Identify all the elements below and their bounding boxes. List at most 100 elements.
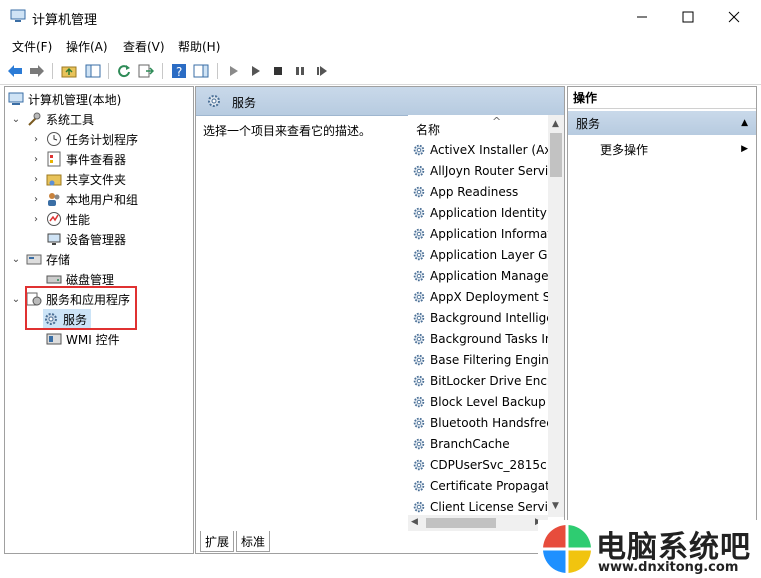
tree-item-device-manager[interactable]: 设备管理器 bbox=[46, 229, 126, 249]
tree-item-task-scheduler[interactable]: › 任务计划程序 bbox=[30, 129, 138, 149]
gear-icon bbox=[413, 249, 425, 260]
more-actions-item[interactable]: 更多操作 ▶ bbox=[568, 139, 756, 159]
shared-folder-icon bbox=[46, 174, 62, 186]
export-list-button[interactable] bbox=[137, 62, 155, 80]
table-row[interactable]: Background Intelligent Transfer bbox=[412, 307, 548, 328]
services-pane: 服务 选择一个项目来查看它的描述。 名称 ^ ActiveX Installer… bbox=[195, 86, 565, 554]
back-button[interactable] bbox=[6, 62, 24, 80]
collapse-icon[interactable]: ⌄ bbox=[10, 294, 22, 305]
maximize-button[interactable] bbox=[665, 0, 711, 34]
menu-action[interactable]: 操作(A) bbox=[66, 38, 108, 55]
table-row[interactable]: ActiveX Installer (AxInstSV) bbox=[412, 139, 548, 160]
actions-section-services[interactable]: 服务 ▲ bbox=[568, 111, 756, 135]
tab-standard[interactable]: 标准 bbox=[236, 531, 271, 552]
horizontal-scrollbar[interactable]: ◀ ▶ bbox=[408, 515, 548, 531]
scroll-left-icon[interactable]: ◀ bbox=[411, 517, 418, 527]
tree-item-shared-folders[interactable]: › 共享文件夹 bbox=[30, 169, 126, 189]
scrollbar-thumb[interactable] bbox=[550, 133, 562, 177]
scroll-down-icon[interactable]: ▼ bbox=[552, 501, 559, 511]
tools-icon bbox=[28, 112, 41, 126]
maximize-icon bbox=[682, 11, 694, 23]
tree-label-event-viewer: 事件查看器 bbox=[66, 152, 127, 167]
forward-button[interactable] bbox=[28, 62, 46, 80]
tree-item-performance[interactable]: › 性能 bbox=[30, 209, 90, 229]
tree-item-root[interactable]: 计算机管理(本地) bbox=[8, 89, 121, 109]
table-row[interactable]: CDPUserSvc_2815c bbox=[412, 454, 548, 475]
table-row[interactable]: Bluetooth Handsfree Service bbox=[412, 412, 548, 433]
tree-label-performance: 性能 bbox=[66, 212, 91, 227]
window-title: 计算机管理 bbox=[32, 13, 98, 28]
table-row[interactable]: Application Identity bbox=[412, 202, 548, 223]
column-header-name[interactable]: 名称 ^ bbox=[408, 115, 548, 139]
help-button[interactable]: ? bbox=[170, 62, 188, 80]
start-service-button[interactable] bbox=[225, 62, 243, 80]
tab-extended[interactable]: 扩展 bbox=[200, 531, 235, 552]
show-hide-tree-button[interactable] bbox=[84, 62, 102, 80]
expand-icon[interactable]: › bbox=[30, 194, 42, 205]
gear-icon bbox=[413, 333, 425, 344]
menu-file[interactable]: 文件(F) bbox=[12, 38, 52, 55]
service-name: Certificate Propagation bbox=[430, 478, 548, 493]
stop-icon bbox=[274, 67, 282, 75]
table-row[interactable]: Certificate Propagation bbox=[412, 475, 548, 496]
table-row[interactable]: Application Management bbox=[412, 265, 548, 286]
actions-title: 操作 bbox=[568, 87, 756, 109]
tree-item-storage[interactable]: ⌄ 存储 bbox=[10, 249, 70, 269]
tree-item-system-tools[interactable]: ⌄ 系统工具 bbox=[10, 109, 94, 129]
service-name: Client License Service bbox=[430, 499, 548, 514]
expand-icon[interactable]: › bbox=[30, 174, 42, 185]
svg-text:?: ? bbox=[176, 65, 182, 79]
up-folder-button[interactable] bbox=[60, 62, 78, 80]
scroll-up-icon[interactable]: ▲ bbox=[552, 119, 559, 129]
play-icon bbox=[230, 66, 238, 76]
service-name: Block Level Backup Engine bbox=[430, 394, 548, 409]
toolbar-separator bbox=[162, 63, 163, 79]
collapse-up-icon[interactable]: ▲ bbox=[741, 118, 748, 128]
tree-label-disk-management: 磁盘管理 bbox=[66, 272, 115, 287]
expand-icon[interactable]: › bbox=[30, 214, 42, 225]
table-row[interactable]: Block Level Backup Engine bbox=[412, 391, 548, 412]
expand-icon[interactable]: › bbox=[30, 154, 42, 165]
service-name: Application Identity bbox=[430, 205, 547, 220]
table-row[interactable]: BranchCache bbox=[412, 433, 548, 454]
services-pane-header: 服务 bbox=[196, 87, 564, 116]
minimize-button[interactable] bbox=[619, 0, 665, 34]
table-row[interactable]: AppX Deployment Service bbox=[412, 286, 548, 307]
scrollbar-thumb[interactable] bbox=[426, 518, 496, 528]
close-icon bbox=[728, 11, 740, 23]
table-row[interactable]: Base Filtering Engine bbox=[412, 349, 548, 370]
start-service-alt-button[interactable] bbox=[247, 62, 265, 80]
table-row[interactable]: App Readiness bbox=[412, 181, 548, 202]
restart-icon bbox=[317, 66, 327, 76]
close-button[interactable] bbox=[711, 0, 757, 34]
tree-item-wmi[interactable]: WMI 控件 bbox=[46, 329, 120, 349]
vertical-scrollbar[interactable]: ▲ ▼ bbox=[548, 115, 564, 517]
service-name: Application Information bbox=[430, 226, 548, 241]
toolbar-separator bbox=[217, 63, 218, 79]
tree-item-event-viewer[interactable]: › 事件查看器 bbox=[30, 149, 126, 169]
tree-item-local-users[interactable]: › 本地用户和组 bbox=[30, 189, 138, 209]
service-name: App Readiness bbox=[430, 184, 519, 199]
service-name: Base Filtering Engine bbox=[430, 352, 548, 367]
collapse-icon[interactable]: ⌄ bbox=[10, 114, 22, 125]
performance-icon bbox=[47, 212, 61, 226]
table-row[interactable]: BitLocker Drive Encryption bbox=[412, 370, 548, 391]
export-icon bbox=[138, 64, 154, 78]
table-row[interactable]: Background Tasks Infrastructure bbox=[412, 328, 548, 349]
actions-section-label: 服务 bbox=[576, 116, 601, 131]
restart-service-button[interactable] bbox=[313, 62, 331, 80]
services-list: 名称 ^ ActiveX Installer (AxInstSV) AllJoyn… bbox=[408, 115, 548, 527]
collapse-icon[interactable]: ⌄ bbox=[10, 254, 22, 265]
menu-view[interactable]: 查看(V) bbox=[123, 38, 165, 55]
table-row[interactable]: AllJoyn Router Service bbox=[412, 160, 548, 181]
refresh-button[interactable] bbox=[115, 62, 133, 80]
table-row[interactable]: Application Layer Gateway Service bbox=[412, 244, 548, 265]
table-row[interactable]: Client License Service bbox=[412, 496, 548, 517]
menu-help[interactable]: 帮助(H) bbox=[178, 38, 220, 55]
stop-service-button[interactable] bbox=[269, 62, 287, 80]
action-pane-button[interactable] bbox=[192, 62, 210, 80]
expand-icon[interactable]: › bbox=[30, 134, 42, 145]
tab-standard-label: 标准 bbox=[241, 534, 266, 549]
table-row[interactable]: Application Information bbox=[412, 223, 548, 244]
pause-service-button[interactable] bbox=[291, 62, 309, 80]
